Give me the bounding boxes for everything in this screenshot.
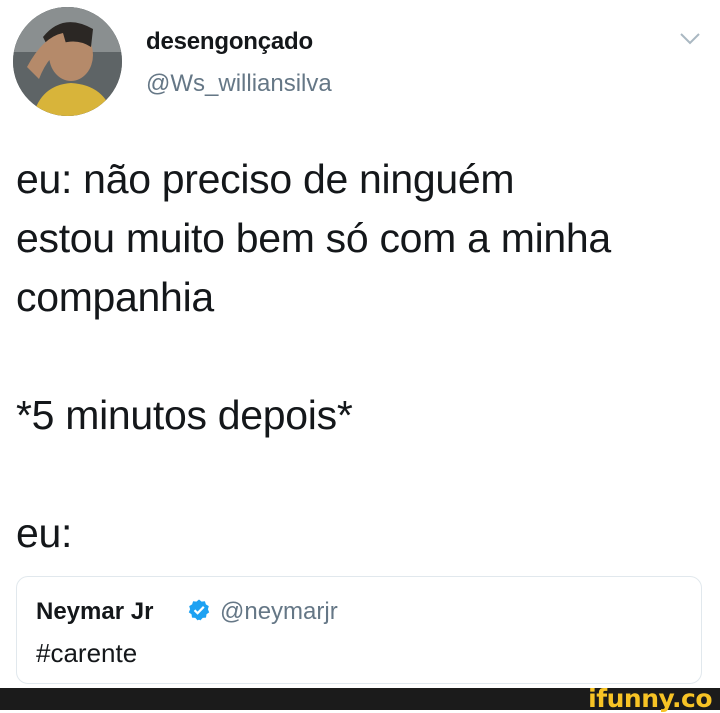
- tweet-text: eu: não preciso de ninguém estou muito b…: [16, 150, 706, 563]
- author-display-name[interactable]: desengonçado: [146, 28, 313, 56]
- verified-badge-icon: [188, 599, 210, 621]
- avatar[interactable]: [13, 7, 122, 116]
- quoted-display-name[interactable]: Neymar Jr: [36, 598, 153, 626]
- ifunny-logo: ifunny.co: [588, 684, 712, 713]
- author-handle[interactable]: @Ws_williansilva: [146, 70, 332, 98]
- tweet-menu-button[interactable]: [678, 28, 702, 48]
- tweet-line: eu: não preciso de ninguém: [16, 156, 515, 202]
- quoted-handle[interactable]: @neymarjr: [220, 598, 338, 626]
- tweet-line: estou muito bem só com a minha: [16, 215, 611, 261]
- tweet-line: eu:: [16, 510, 73, 556]
- quoted-text: #carente: [36, 638, 138, 668]
- quoted-tweet[interactable]: Neymar Jr @neymarjr #carente: [16, 576, 702, 684]
- chevron-down-icon: [680, 33, 700, 45]
- user-photo-icon: [13, 7, 122, 116]
- tweet-line: *5 minutos depois*: [16, 392, 353, 438]
- watermark-bar: ifunny.co: [0, 684, 720, 713]
- tweet-line: companhia: [16, 274, 214, 320]
